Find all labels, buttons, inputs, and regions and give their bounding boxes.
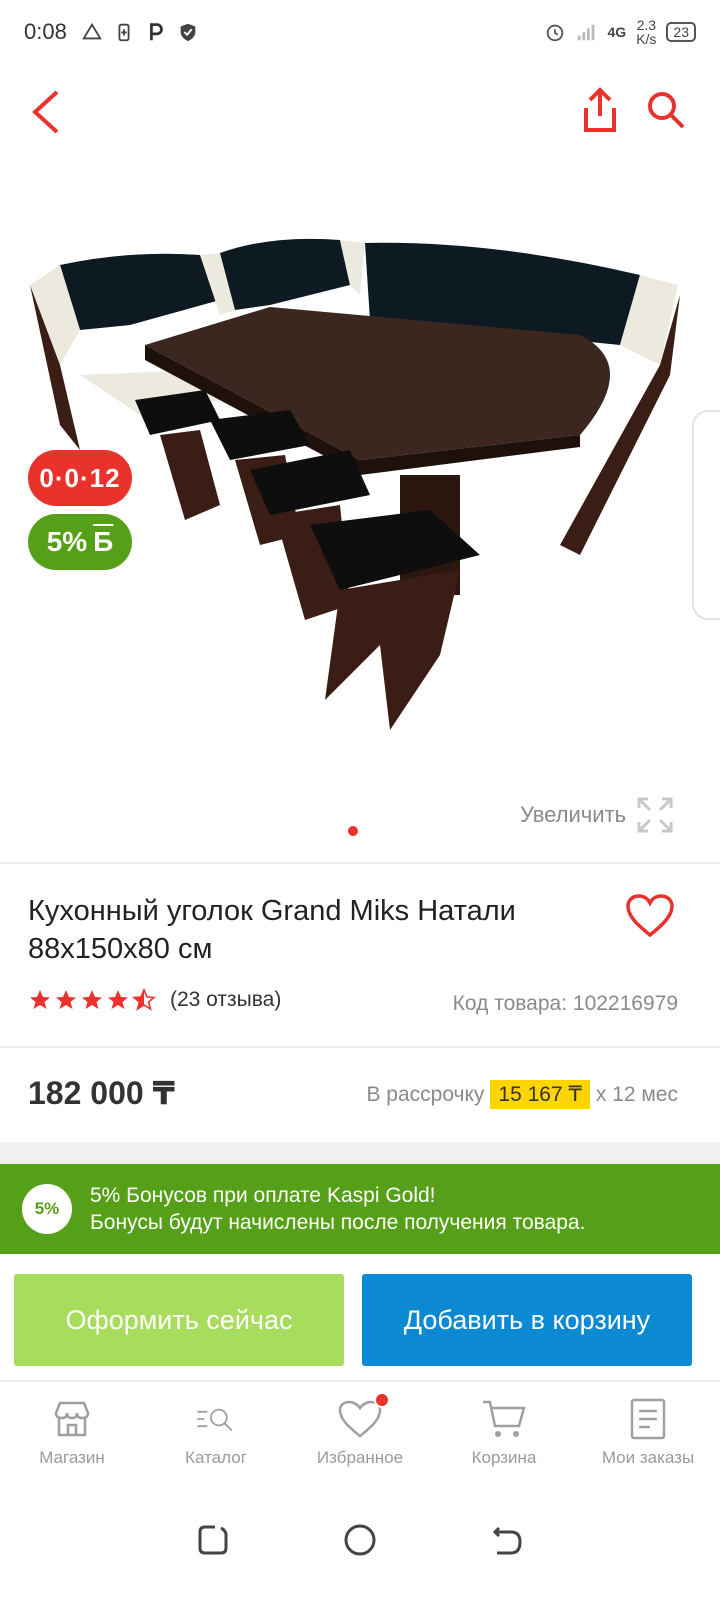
tab-label: Магазин bbox=[39, 1448, 105, 1467]
image-pager-dot bbox=[348, 826, 358, 836]
bonus-text: 5% Бонусов при оплате Kaspi Gold! Бонусы… bbox=[90, 1182, 585, 1236]
favorite-button[interactable] bbox=[622, 890, 678, 942]
parking-icon bbox=[149, 23, 163, 41]
status-icons-left bbox=[81, 21, 199, 43]
product-price: 182 000 ₸ bbox=[28, 1075, 175, 1111]
divider bbox=[0, 862, 720, 864]
rating-stars bbox=[28, 988, 156, 1012]
installment-prefix: В рассрочку bbox=[366, 1082, 485, 1106]
system-back-icon bbox=[492, 1526, 522, 1555]
tab-cart[interactable]: Корзина bbox=[432, 1382, 576, 1476]
share-icon bbox=[584, 87, 616, 132]
search-icon bbox=[648, 92, 685, 129]
reviews-link[interactable]: (23 отзыва) bbox=[170, 988, 281, 1012]
zoom-label: Увеличить bbox=[520, 802, 627, 827]
star-half-icon bbox=[132, 988, 156, 1011]
bonus-line-1: 5% Бонусов при оплате Kaspi Gold! bbox=[90, 1184, 436, 1207]
add-to-cart-button[interactable]: Добавить в корзину bbox=[362, 1274, 692, 1366]
back-arrow-icon bbox=[32, 90, 59, 134]
bonus-percent-circle: 5% bbox=[22, 1184, 72, 1234]
shield-icon bbox=[180, 23, 196, 42]
recent-apps-icon bbox=[198, 1525, 228, 1555]
search-button[interactable] bbox=[640, 84, 692, 136]
battery-saver-icon bbox=[118, 23, 130, 42]
bonus-line-2: Бонусы будут начислены после получения т… bbox=[90, 1211, 586, 1234]
store-icon bbox=[49, 1396, 95, 1442]
section-separator bbox=[0, 1142, 720, 1164]
network-speed: 2.3 K/s bbox=[636, 18, 656, 46]
cart-icon bbox=[481, 1396, 527, 1442]
battery-indicator: 23 bbox=[666, 22, 696, 42]
system-navigation-bar bbox=[0, 1480, 720, 1600]
star-full-icon bbox=[108, 990, 128, 1009]
top-navigation bbox=[0, 70, 720, 154]
heart-outline-icon bbox=[626, 894, 674, 938]
tab-my-orders[interactable]: Мои заказы bbox=[576, 1382, 720, 1476]
share-button[interactable] bbox=[574, 82, 626, 138]
recent-apps-button[interactable] bbox=[187, 1514, 239, 1566]
system-back-button[interactable] bbox=[481, 1514, 533, 1566]
orders-icon bbox=[625, 1396, 671, 1442]
drive-icon bbox=[81, 22, 102, 40]
bonus-badge-percent: 5% bbox=[46, 526, 88, 557]
speed-value: 2.3 bbox=[636, 17, 657, 33]
back-button[interactable] bbox=[20, 86, 72, 138]
checkout-now-button[interactable]: Оформить сейчас bbox=[14, 1274, 344, 1366]
star-full-icon bbox=[56, 990, 76, 1009]
installment-info: В рассрочку 15 167 ₸ x 12 мес bbox=[366, 1080, 678, 1109]
tab-catalog[interactable]: Каталог bbox=[144, 1382, 288, 1476]
tab-store[interactable]: Магазин bbox=[0, 1382, 144, 1476]
star-full-icon bbox=[82, 990, 102, 1009]
bottom-tab-bar: Магазин Каталог Избранное Корзина Мои за… bbox=[0, 1380, 720, 1476]
favorites-notification-dot bbox=[374, 1392, 390, 1408]
speed-unit: K/s bbox=[636, 31, 657, 47]
installment-amount: 15 167 ₸ bbox=[490, 1080, 590, 1109]
tab-label: Избранное bbox=[316, 1448, 404, 1467]
signal-icon bbox=[577, 24, 594, 41]
tab-favorites[interactable]: Избранное bbox=[288, 1382, 432, 1476]
status-bar: 0:08 4G 2.3 K/s 23 bbox=[0, 0, 720, 64]
network-type: 4G bbox=[607, 24, 627, 40]
rating-row[interactable]: (23 отзыва) bbox=[28, 988, 281, 1012]
catalog-search-icon bbox=[193, 1396, 239, 1442]
bonus-badge: 5% Б bbox=[28, 514, 132, 570]
star-full-icon bbox=[30, 990, 50, 1009]
tab-label: Корзина bbox=[471, 1448, 537, 1467]
bonus-badge-symbol: Б bbox=[93, 526, 114, 557]
home-button[interactable] bbox=[334, 1514, 386, 1566]
side-drawer-handle[interactable] bbox=[692, 410, 720, 620]
product-sku: Код товара: 102216979 bbox=[452, 992, 678, 1015]
divider bbox=[0, 1046, 720, 1048]
product-title: Кухонный уголок Grand Miks Натали 88x150… bbox=[28, 895, 516, 965]
home-circle-icon bbox=[344, 1524, 376, 1556]
installment-suffix: x 12 мес bbox=[595, 1082, 678, 1106]
status-icons-right: 4G 2.3 K/s 23 bbox=[544, 18, 696, 46]
tab-label: Мои заказы bbox=[601, 1448, 695, 1467]
alarm-icon bbox=[546, 24, 563, 42]
status-time: 0:08 bbox=[24, 19, 67, 44]
zoom-button[interactable]: Увеличить bbox=[520, 796, 674, 834]
expand-icon bbox=[637, 797, 673, 833]
bonus-banner: 5% 5% Бонусов при оплате Kaspi Gold! Бон… bbox=[0, 1164, 720, 1254]
tab-label: Каталог bbox=[185, 1448, 247, 1467]
installment-badge: 0·0·12 bbox=[28, 450, 132, 506]
